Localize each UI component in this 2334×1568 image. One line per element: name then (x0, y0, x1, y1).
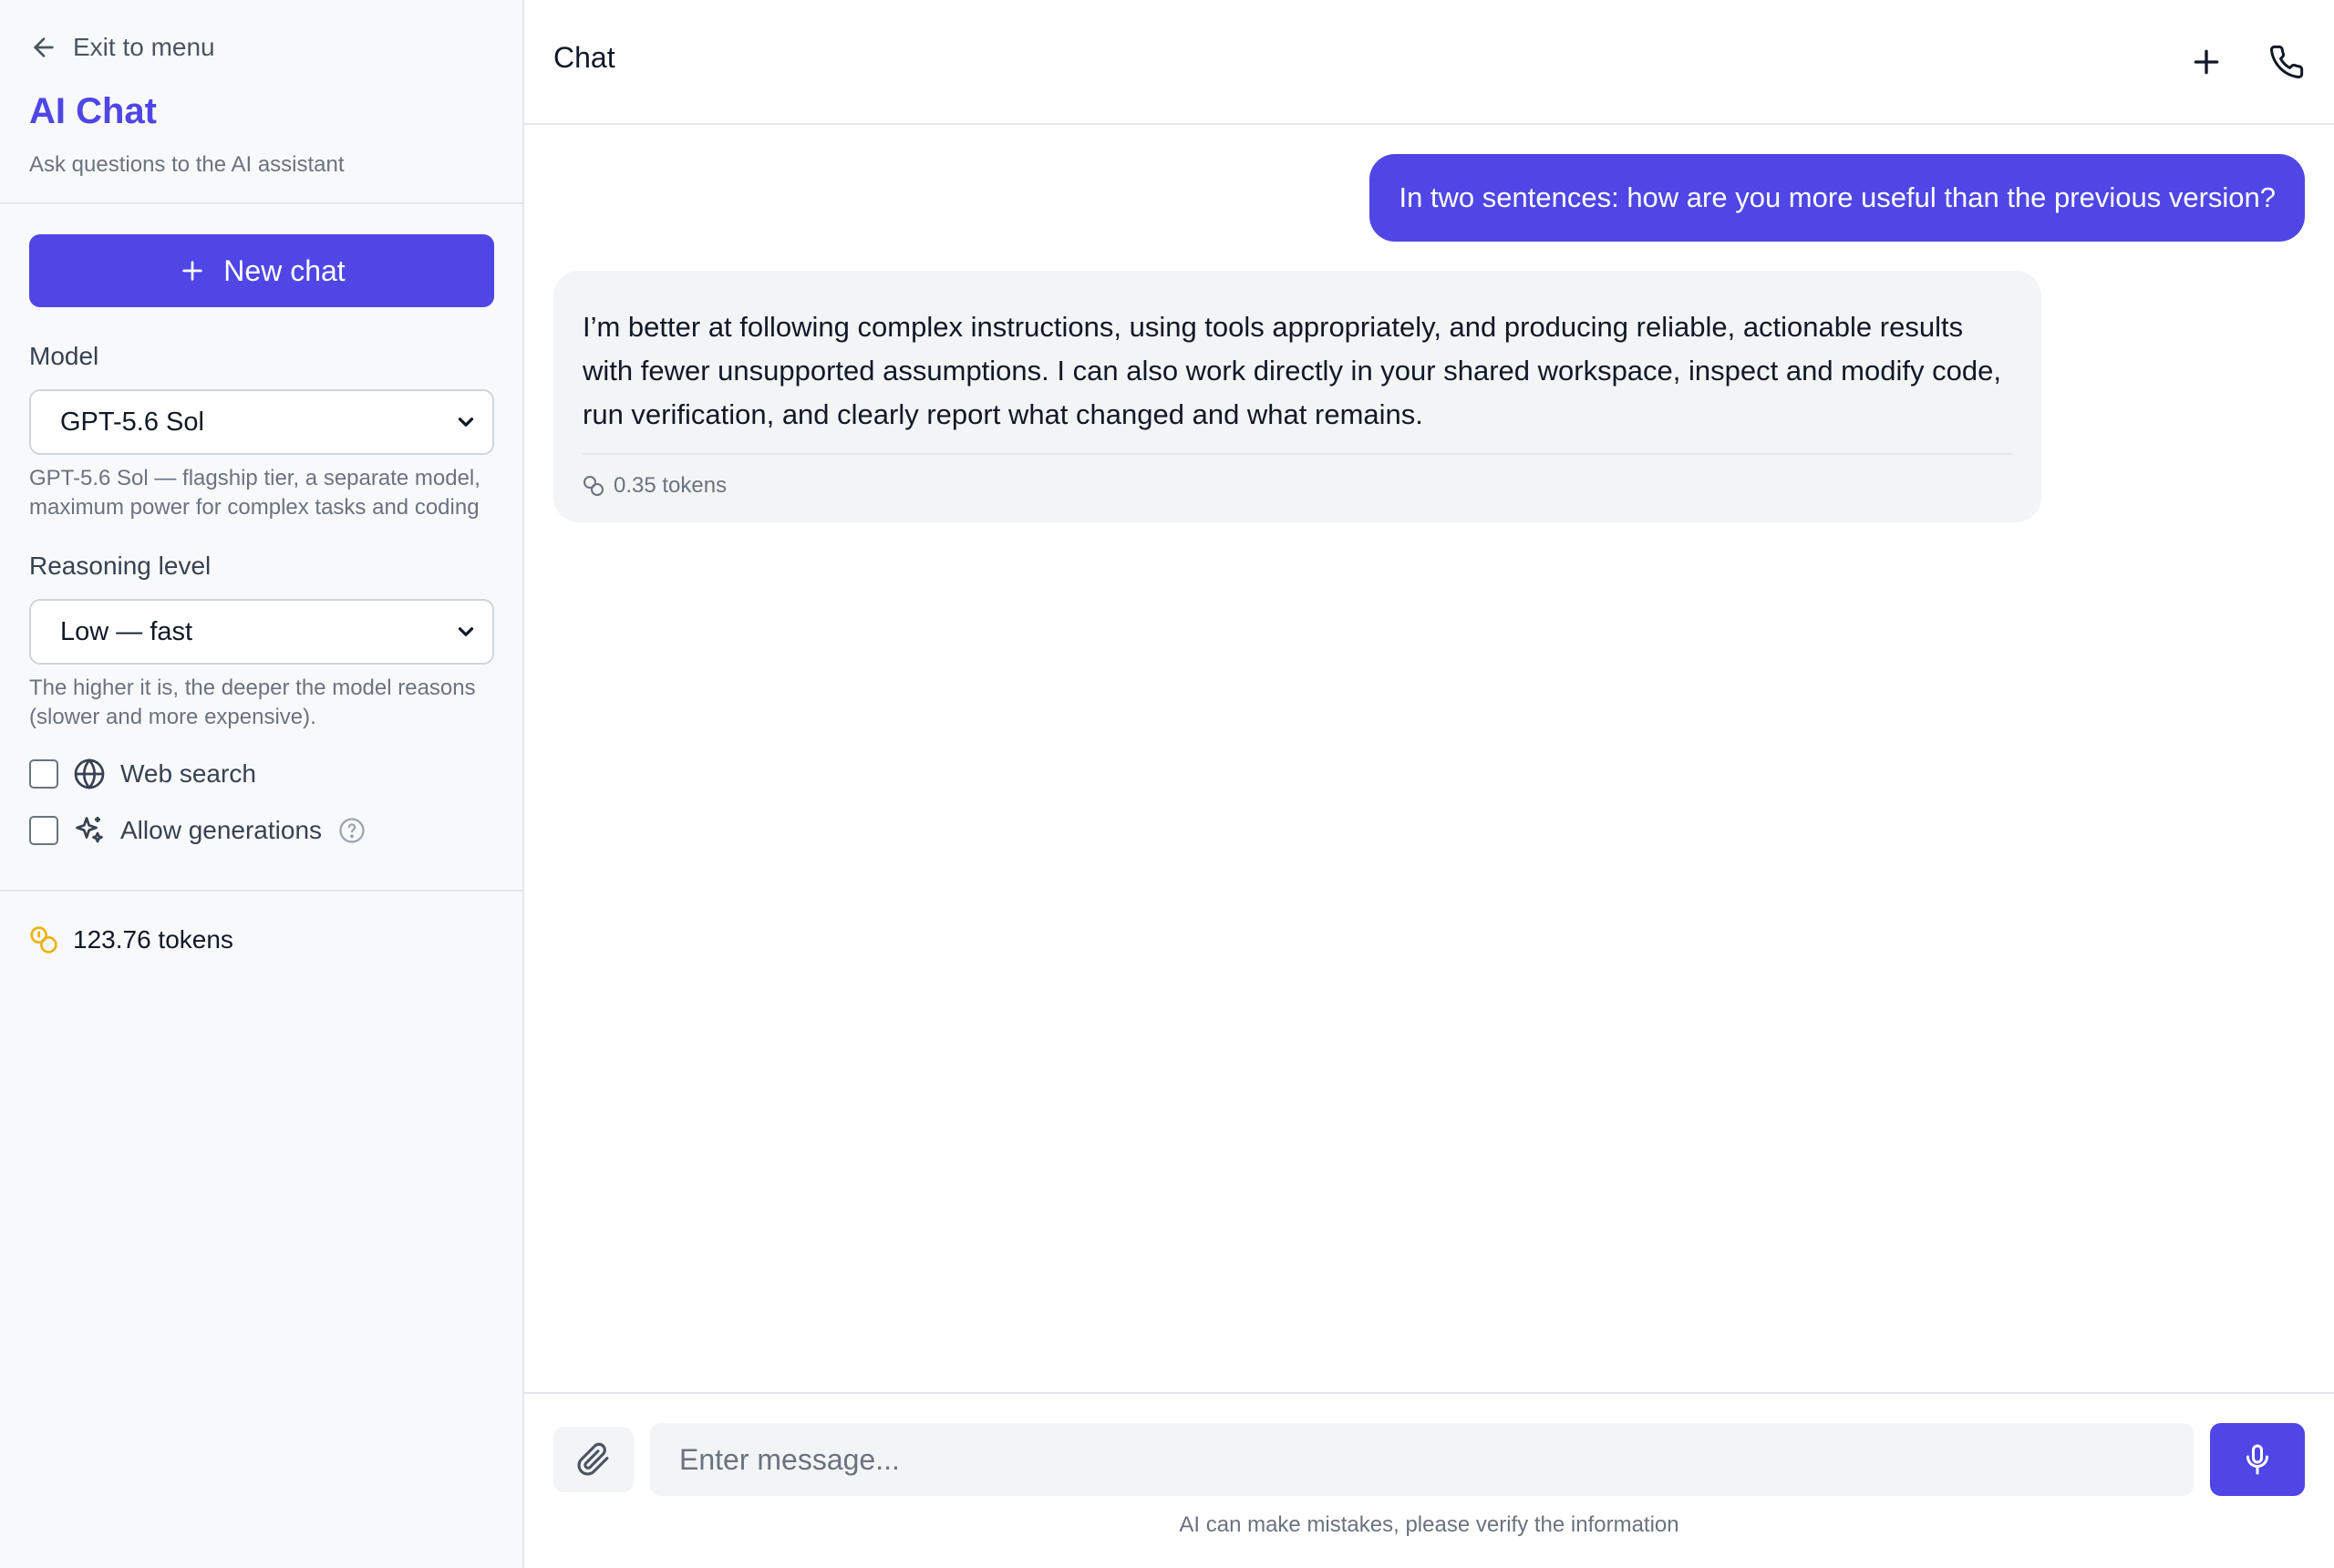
microphone-icon (2246, 1444, 2268, 1475)
message-input[interactable] (650, 1423, 2194, 1496)
message-composer: AI can make mistakes, please verify the … (524, 1392, 2334, 1568)
web-search-checkbox[interactable] (29, 759, 58, 789)
coins-icon (584, 476, 604, 496)
ai-disclaimer: AI can make mistakes, please verify the … (1179, 1512, 1679, 1537)
plus-icon (182, 261, 202, 281)
model-label: Model (29, 342, 99, 370)
attach-file-button[interactable] (553, 1427, 634, 1492)
plus-icon (2194, 49, 2219, 74)
exit-to-menu-link[interactable]: Exit to menu (29, 29, 493, 66)
message-token-cost: 0.35 tokens (583, 453, 2012, 499)
globe-icon (74, 758, 105, 790)
new-chat-label: New chat (223, 253, 346, 287)
allow-generations-checkbox[interactable] (29, 816, 58, 845)
phone-icon (2270, 45, 2304, 78)
reasoning-hint: The higher it is, the deeper the model r… (29, 676, 476, 729)
sparkles-icon (76, 817, 103, 843)
allow-generations-option: Allow generations (29, 812, 493, 849)
new-chat-icon-button[interactable] (2184, 40, 2228, 84)
help-circle-icon[interactable] (338, 817, 366, 844)
model-select-value: GPT-5.6 Sol (60, 407, 204, 437)
web-search-option: Web search (29, 756, 493, 792)
voice-input-button[interactable] (2210, 1423, 2305, 1496)
new-chat-button[interactable]: New chat (29, 234, 494, 307)
model-select[interactable]: GPT-5.6 Sol (29, 389, 494, 455)
assistant-message-text: I’m better at following complex instruct… (583, 311, 2001, 430)
app-subtitle: Ask questions to the AI assistant (29, 152, 345, 177)
chat-panel: Chat In two sentences: how are you more … (524, 0, 2334, 1568)
web-search-label: Web search (120, 759, 256, 788)
model-hint: GPT-5.6 Sol — flagship tier, a separate … (29, 466, 480, 520)
token-balance-value: 123.76 tokens (73, 925, 233, 954)
token-balance: 123.76 tokens (0, 892, 522, 988)
coins-icon (30, 926, 57, 954)
sidebar-header: Exit to menu AI Chat Ask questions to th… (0, 0, 522, 204)
reasoning-label: Reasoning level (29, 552, 212, 580)
app-title: AI Chat (29, 91, 157, 131)
user-message: In two sentences: how are you more usefu… (1369, 154, 2305, 242)
assistant-message: I’m better at following complex instruct… (553, 271, 2041, 522)
reasoning-select[interactable]: Low — fast (29, 599, 494, 665)
header-actions (2184, 40, 2308, 84)
arrow-left-icon (34, 37, 54, 57)
composer-row (553, 1423, 2305, 1496)
chevron-down-icon (458, 627, 474, 636)
message-list: In two sentences: how are you more usefu… (524, 125, 2334, 1392)
sidebar-settings: New chat Model GPT-5.6 Sol GPT-5.6 Sol —… (0, 204, 522, 892)
chat-title: Chat (553, 41, 615, 74)
sidebar: Exit to menu AI Chat Ask questions to th… (0, 0, 524, 1568)
paperclip-icon (577, 1442, 609, 1476)
chat-header: Chat (524, 0, 2334, 125)
message-token-cost-value: 0.35 tokens (614, 473, 728, 498)
exit-to-menu-label: Exit to menu (73, 33, 215, 61)
allow-generations-label: Allow generations (120, 816, 323, 844)
reasoning-select-value: Low — fast (60, 616, 193, 646)
app-root: Exit to menu AI Chat Ask questions to th… (0, 0, 2334, 1568)
call-button[interactable] (2265, 40, 2308, 84)
chevron-down-icon (458, 418, 474, 427)
